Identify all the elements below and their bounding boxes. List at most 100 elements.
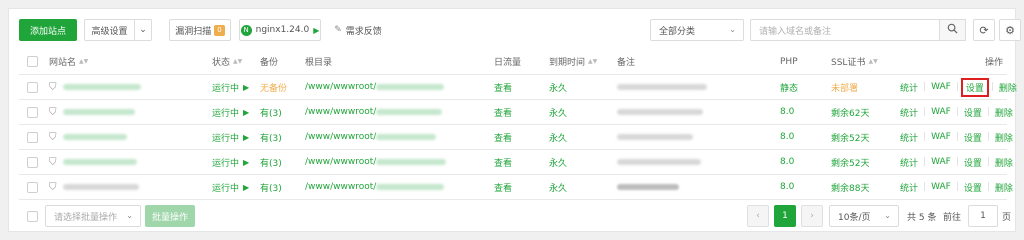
waf-link[interactable]: WAF (931, 132, 951, 142)
expire-link[interactable]: 永久 (549, 100, 567, 124)
status-toggle[interactable]: 运行中 ▶ (212, 150, 249, 174)
row-checkbox[interactable] (27, 156, 38, 168)
root-path-link[interactable]: /www/wwwroot/ (305, 125, 437, 149)
waf-link[interactable]: WAF (931, 107, 951, 117)
waf-link[interactable]: WAF (931, 82, 951, 92)
backup-link[interactable]: 有(3) (260, 100, 282, 124)
settings-link[interactable]: 设置 (964, 156, 982, 169)
site-name-redacted[interactable] (62, 84, 141, 90)
page-size-select[interactable]: 10条/页 ⌄ (829, 205, 899, 227)
root-path-link[interactable]: /www/wwwroot/ (305, 150, 447, 174)
stats-link[interactable]: 统计 (900, 81, 918, 94)
chevron-down-icon: ⌄ (139, 25, 147, 35)
site-name-redacted[interactable] (62, 184, 139, 190)
expire-link[interactable]: 永久 (549, 75, 567, 99)
search-input[interactable]: 请输入域名或备注 (750, 19, 940, 41)
traffic-link[interactable]: 查看 (494, 75, 512, 99)
search-button[interactable] (939, 19, 966, 41)
status-toggle[interactable]: 运行中 ▶ (212, 100, 249, 124)
settings-link[interactable]: 设置 (964, 131, 982, 144)
vuln-scan-button[interactable]: 漏洞扫描 0 (169, 19, 231, 41)
delete-link[interactable]: 删除 (995, 131, 1013, 144)
backup-link[interactable]: 有(3) (260, 175, 282, 199)
site-name-redacted[interactable] (62, 134, 127, 140)
php-version-link[interactable]: 8.0 (780, 125, 794, 149)
expire-link[interactable]: 永久 (549, 125, 567, 149)
expire-link[interactable]: 永久 (549, 175, 567, 199)
stats-link[interactable]: 统计 (900, 106, 918, 119)
advanced-dropdown-button[interactable]: ⌄ (134, 19, 152, 41)
waf-link[interactable]: WAF (931, 157, 951, 167)
status-toggle[interactable]: 运行中 ▶ (212, 175, 249, 199)
php-version-link[interactable]: 8.0 (780, 150, 794, 174)
delete-link[interactable]: 删除 (995, 106, 1013, 119)
note-redacted[interactable] (617, 84, 707, 90)
row-checkbox[interactable] (27, 106, 38, 118)
batch-action-button[interactable]: 批量操作 (145, 205, 195, 227)
backup-link[interactable]: 有(3) (260, 125, 282, 149)
row-checkbox[interactable] (27, 181, 38, 193)
page-1-button[interactable]: 1 (774, 205, 796, 227)
backup-link[interactable]: 有(3) (260, 150, 282, 174)
header-status[interactable]: 状态 ▲▼ (212, 49, 242, 74)
goto-page-input[interactable]: 1 (968, 205, 998, 227)
select-all-checkbox[interactable] (27, 56, 38, 67)
stats-link[interactable]: 统计 (900, 131, 918, 144)
ssl-status-link[interactable]: 剩余88天 (831, 175, 869, 199)
note-redacted[interactable] (617, 184, 679, 190)
note-redacted[interactable] (617, 109, 703, 115)
waf-link[interactable]: WAF (931, 182, 951, 192)
site-name-redacted[interactable] (62, 159, 137, 165)
settings-link[interactable]: 设置 (960, 77, 989, 97)
table-row: ⛉ 运行中 ▶ 有(3) /www/wwwroot/ 查看 永久 8.0 剩余88… (19, 175, 1013, 200)
traffic-link[interactable]: 查看 (494, 100, 512, 124)
prev-page-button[interactable]: ‹ (747, 205, 769, 227)
note-redacted[interactable] (617, 134, 693, 140)
stats-link[interactable]: 统计 (900, 181, 918, 194)
status-toggle[interactable]: 运行中 ▶ (212, 125, 249, 149)
site-name-redacted[interactable] (62, 109, 135, 115)
root-path-link[interactable]: /www/wwwroot/ (305, 100, 443, 124)
feedback-link[interactable]: ✎ 需求反馈 (325, 19, 391, 41)
note-redacted[interactable] (617, 159, 701, 165)
header-ssl[interactable]: SSL证书 ▲▼ (831, 49, 878, 74)
root-path-redacted (376, 84, 445, 90)
backup-link[interactable]: 无备份 (260, 75, 287, 99)
delete-link[interactable]: 删除 (995, 156, 1013, 169)
settings-link[interactable]: 设置 (964, 181, 982, 194)
status-toggle[interactable]: 运行中 ▶ (212, 75, 249, 99)
traffic-link[interactable]: 查看 (494, 175, 512, 199)
header-expire[interactable]: 到期时间 ▲▼ (549, 49, 597, 74)
header-site[interactable]: 网站名 ▲▼ (49, 49, 88, 74)
delete-link[interactable]: 删除 (995, 181, 1013, 194)
root-path-link[interactable]: /www/wwwroot/ (305, 175, 445, 199)
row-checkbox[interactable] (27, 131, 38, 143)
ssl-status-link[interactable]: 剩余52天 (831, 125, 869, 149)
traffic-link[interactable]: 查看 (494, 125, 512, 149)
refresh-button[interactable]: ⟳ (973, 19, 995, 41)
settings-link[interactable]: 设置 (964, 106, 982, 119)
ssl-status-link[interactable]: 剩余62天 (831, 100, 869, 124)
php-version-link[interactable]: 静态 (780, 75, 798, 99)
ssl-status-link[interactable]: 剩余52天 (831, 150, 869, 174)
add-site-button[interactable]: 添加站点 (19, 19, 77, 41)
header-php: PHP (780, 56, 798, 67)
expire-link[interactable]: 永久 (549, 150, 567, 174)
php-version-link[interactable]: 8.0 (780, 175, 794, 199)
traffic-link[interactable]: 查看 (494, 150, 512, 174)
nginx-button[interactable]: N nginx1.24.0 ▶ (239, 19, 321, 41)
settings-button[interactable]: ⚙ (999, 19, 1021, 41)
advanced-settings-button[interactable]: 高级设置 (84, 19, 134, 41)
delete-link[interactable]: 删除 (999, 81, 1017, 94)
ssl-status-link[interactable]: 未部署 (831, 75, 858, 99)
batch-action-select[interactable]: 请选择批量操作 ⌄ (45, 205, 141, 227)
php-version-link[interactable]: 8.0 (780, 100, 794, 124)
stats-link[interactable]: 统计 (900, 156, 918, 169)
row-checkbox[interactable] (27, 81, 38, 93)
status-label: 运行中 (212, 83, 240, 94)
root-path-link[interactable]: /www/wwwroot/ (305, 75, 445, 99)
footer-select-all-checkbox[interactable] (27, 210, 38, 222)
next-page-button[interactable]: › (801, 205, 823, 227)
root-path-redacted (376, 159, 447, 165)
category-select[interactable]: 全部分类 ⌄ (650, 19, 744, 41)
